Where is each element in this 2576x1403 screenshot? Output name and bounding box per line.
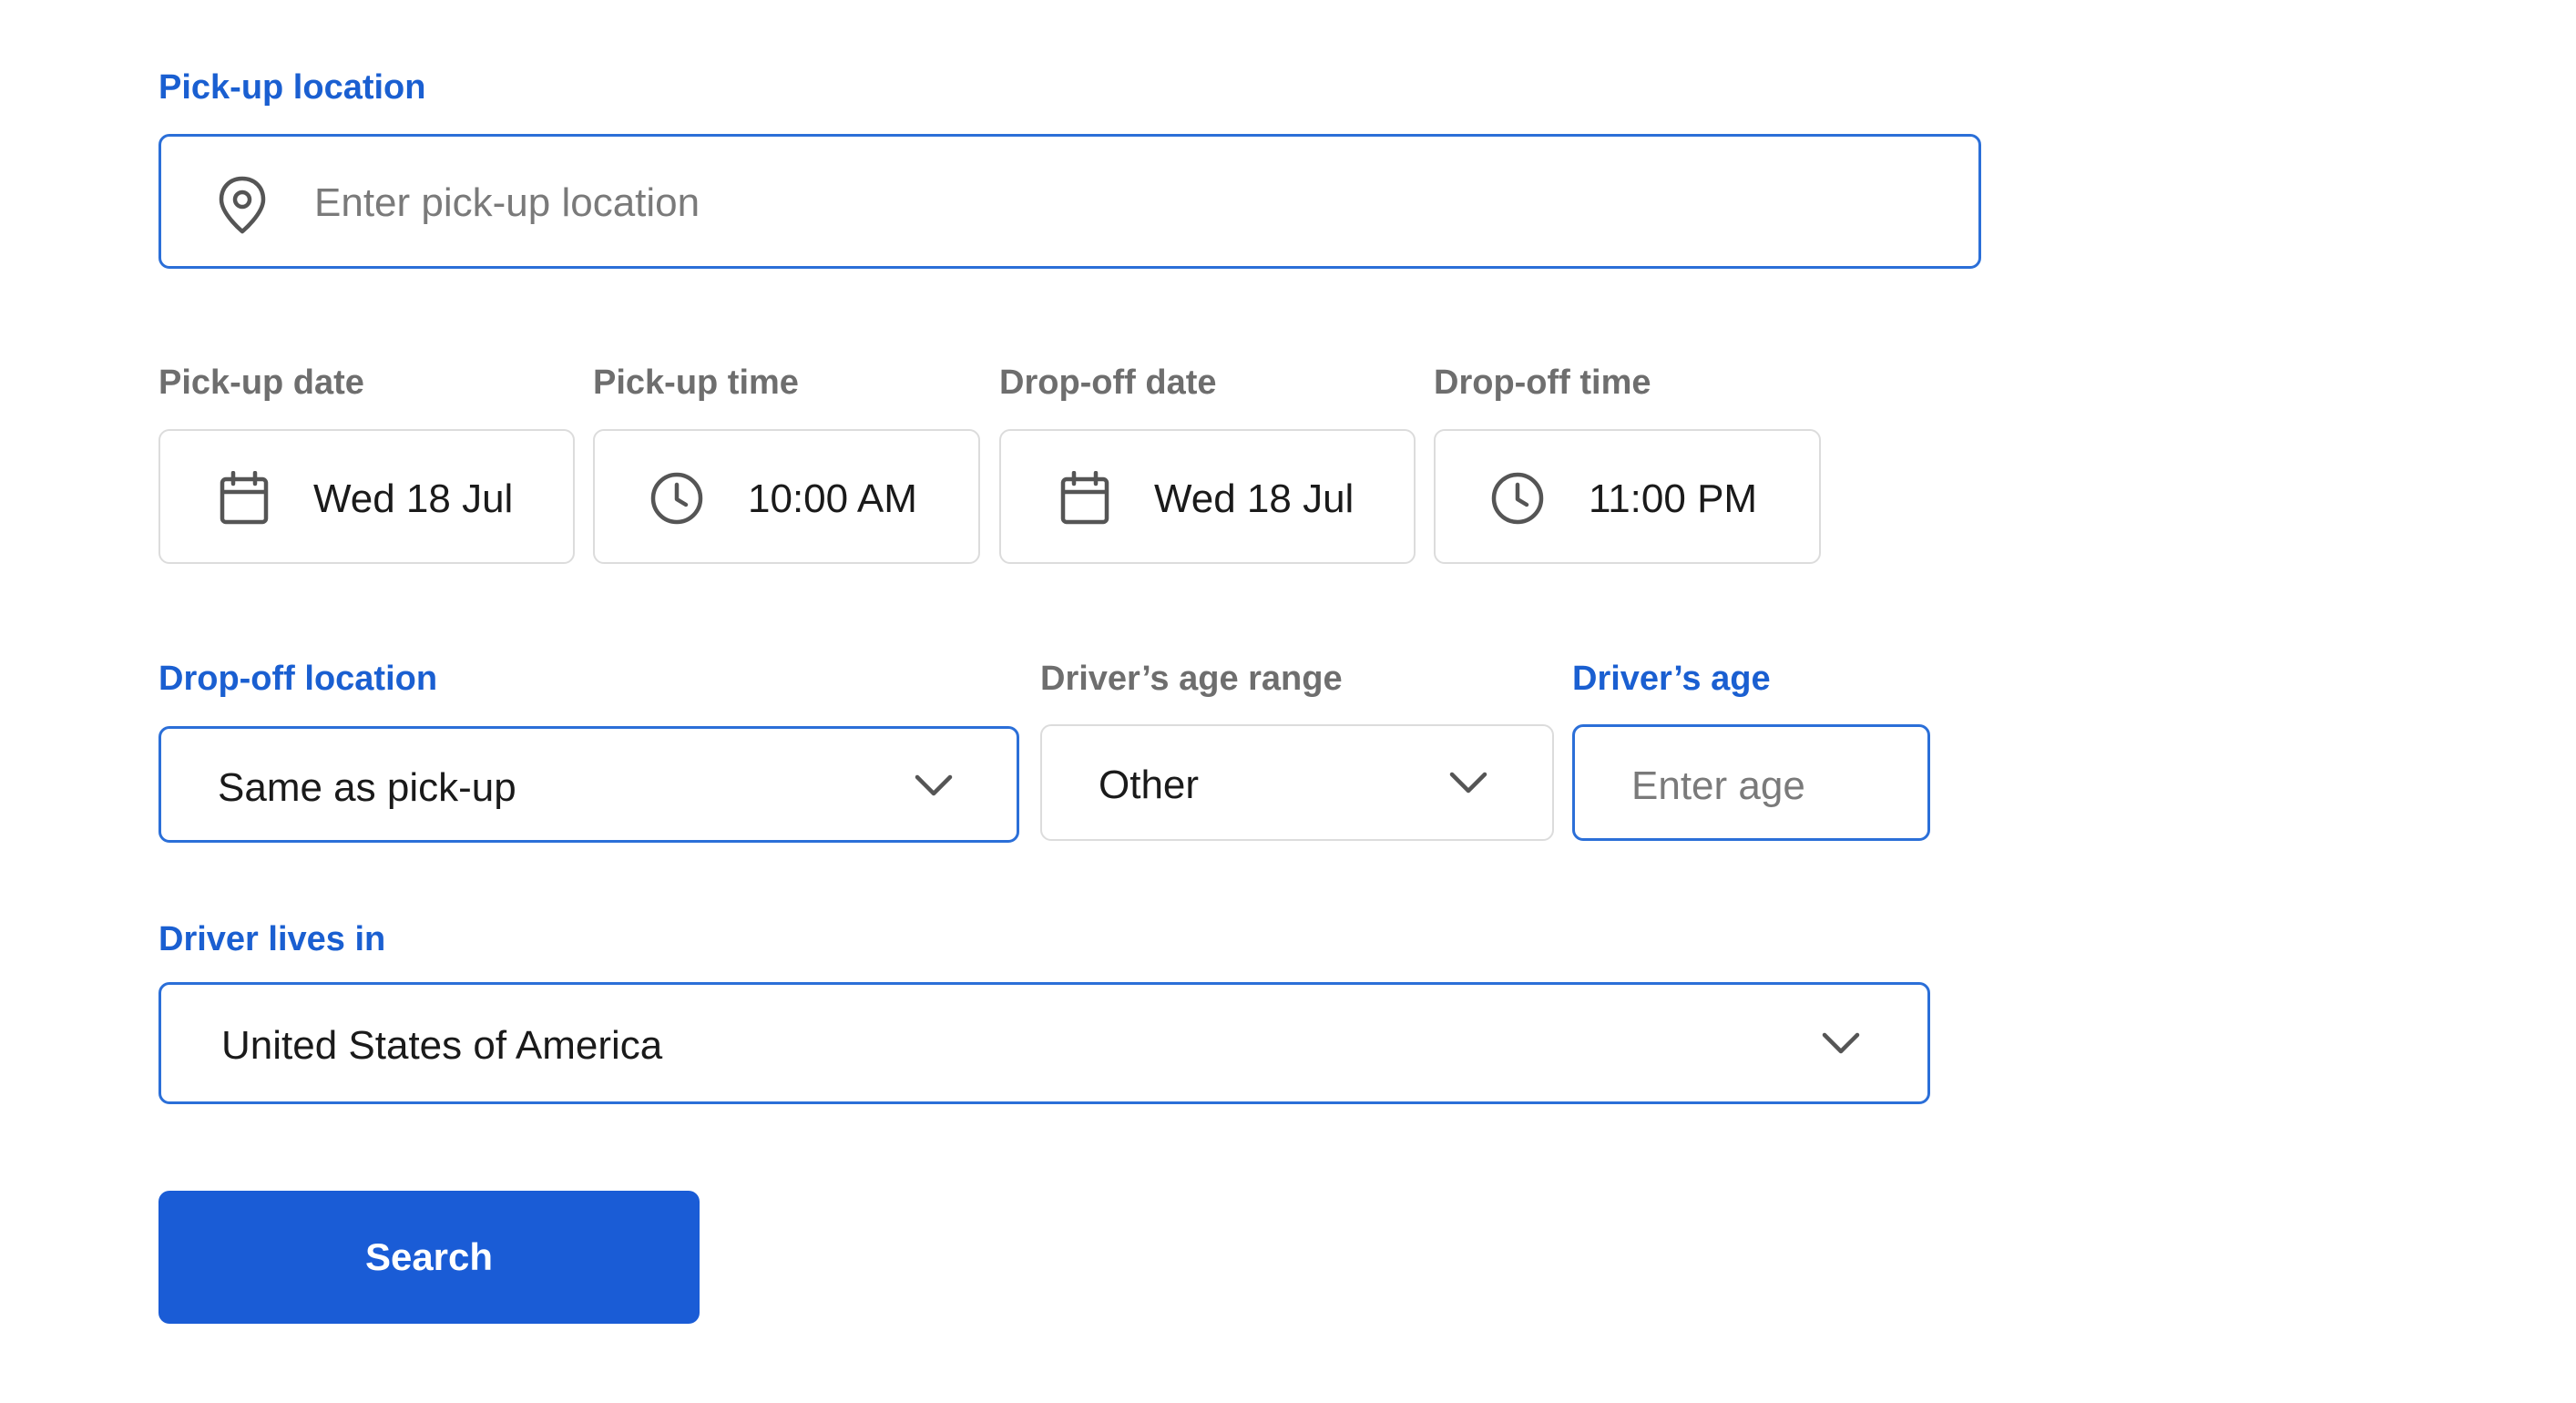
pickup-date-value: Wed 18 Jul xyxy=(313,476,514,521)
dropoff-location-select[interactable]: Same as pick-up xyxy=(158,726,1019,843)
calendar-icon xyxy=(219,471,270,526)
pickup-date-field[interactable]: Wed 18 Jul xyxy=(158,429,575,564)
dropoff-date-value: Wed 18 Jul xyxy=(1154,476,1354,521)
pickup-location-input[interactable]: Enter pick-up location xyxy=(158,134,1981,269)
driver-age-placeholder: Enter age xyxy=(1631,763,1805,808)
residence-value: United States of America xyxy=(221,1023,663,1068)
dropoff-location-label: Drop-off location xyxy=(158,660,438,698)
dropoff-time-value: 11:00 PM xyxy=(1589,476,1758,521)
search-button[interactable]: Search xyxy=(158,1191,700,1324)
dropoff-time-label: Drop-off time xyxy=(1434,364,1651,402)
dropoff-date-label: Drop-off date xyxy=(999,364,1217,402)
driver-age-input[interactable]: Enter age xyxy=(1572,724,1930,841)
pickup-time-value: 10:00 AM xyxy=(748,476,917,521)
age-range-select[interactable]: Other xyxy=(1040,724,1554,841)
pickup-time-label: Pick-up time xyxy=(593,364,799,402)
chevron-down-icon xyxy=(1821,1030,1861,1056)
driver-age-label: Driver’s age xyxy=(1572,660,1771,698)
pickup-location-label: Pick-up location xyxy=(158,68,426,107)
dropoff-location-value: Same as pick-up xyxy=(218,765,516,810)
age-range-label: Driver’s age range xyxy=(1040,660,1343,698)
dropoff-date-field[interactable]: Wed 18 Jul xyxy=(999,429,1416,564)
map-pin-icon xyxy=(216,175,269,235)
chevron-down-icon xyxy=(1448,770,1488,795)
pickup-date-label: Pick-up date xyxy=(158,364,364,402)
clock-icon xyxy=(649,471,704,526)
calendar-icon xyxy=(1059,471,1110,526)
pickup-time-field[interactable]: 10:00 AM xyxy=(593,429,980,564)
car-rental-search-form: Pick-up location Enter pick-up location … xyxy=(0,0,2576,1403)
pickup-location-placeholder: Enter pick-up location xyxy=(314,180,700,225)
dropoff-time-field[interactable]: 11:00 PM xyxy=(1434,429,1821,564)
clock-icon xyxy=(1490,471,1545,526)
residence-label: Driver lives in xyxy=(158,920,386,958)
age-range-value: Other xyxy=(1099,763,1200,807)
residence-select[interactable]: United States of America xyxy=(158,982,1930,1104)
chevron-down-icon xyxy=(914,773,954,798)
